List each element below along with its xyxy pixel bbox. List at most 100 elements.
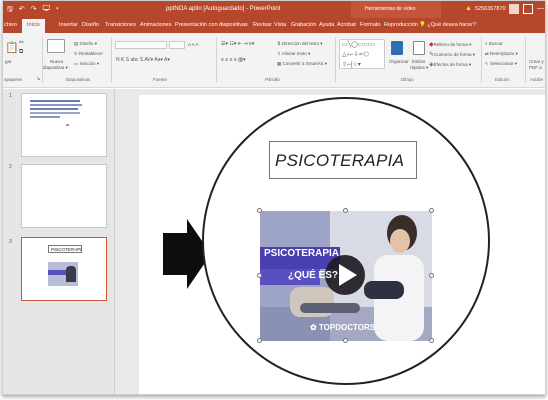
slide-canvas[interactable]: PSICOTERAPIA PSICOTERAPIA ¿QUÉ ES? ✿ TOP… <box>139 95 545 394</box>
find-button[interactable]: ⌕ Buscar <box>485 41 503 46</box>
text-direction-button[interactable]: ⇅ Dirección del texto ▾ <box>277 41 323 47</box>
tab-animations[interactable]: Animaciones <box>140 22 172 28</box>
quick-access-toolbar[interactable]: 🖫 ↶ ↷ 🖵 ▾ <box>7 5 61 16</box>
tab-transitions[interactable]: Transiciones <box>105 22 136 28</box>
shape-outline-button[interactable]: ✎Contorno de forma ▾ <box>429 51 475 58</box>
resize-handle[interactable] <box>257 208 262 213</box>
workspace: 1 2 3 PSICOTERAPIA PSICOTERAPIA PSICOTER… <box>3 89 545 394</box>
group-divider <box>481 37 482 83</box>
video-poster <box>260 211 432 341</box>
align-icons[interactable]: ≡ ≡ ≡ ≡ ▥▾ <box>221 57 245 63</box>
arrange-icon[interactable] <box>391 41 403 55</box>
tell-me-search[interactable]: 💡 ¿Qué desea hacer? <box>419 22 476 28</box>
group-divider <box>111 37 112 83</box>
font-size-grow-shrink[interactable]: A A A <box>188 42 199 47</box>
resize-handle[interactable] <box>429 208 434 213</box>
slide-thumbnail-1[interactable] <box>21 93 107 157</box>
tab-insert[interactable]: Insertar <box>59 22 78 28</box>
tab-home[interactable]: Inicio <box>22 19 45 33</box>
brand-logo-icon: ✿ <box>310 323 319 332</box>
font-size-dropdown[interactable] <box>169 41 185 49</box>
tab-help[interactable]: Ayuda <box>319 22 335 28</box>
slides-group-label: Diapositivas <box>66 77 91 82</box>
video-brand: ✿ TOPDOCTORS <box>310 323 376 332</box>
paste-icon[interactable]: 📋 <box>5 41 19 54</box>
tab-slideshow[interactable]: Presentación con diapositivas <box>175 22 248 28</box>
slide-1-preview <box>30 100 82 126</box>
slide-number: 2 <box>9 164 12 170</box>
tab-file[interactable]: chivo <box>4 22 17 28</box>
tab-review[interactable]: Revisar <box>253 22 272 28</box>
replace-button[interactable]: ⇄ Reemplazar ▾ <box>485 51 518 57</box>
shape-fill-button[interactable]: ◆Relleno de forma ▾ <box>429 41 471 48</box>
avatar[interactable] <box>509 4 519 14</box>
video-subheadline: ¿QUÉ ES? <box>288 270 339 281</box>
resize-handle[interactable] <box>343 208 348 213</box>
tab-view[interactable]: Vista <box>274 22 286 28</box>
resize-handle[interactable] <box>343 338 348 343</box>
tab-playback[interactable]: Reproducción <box>384 22 418 28</box>
quick-styles-label[interactable]: Estilos <box>412 59 425 64</box>
group-divider <box>525 37 526 83</box>
slide-number: 1 <box>9 93 12 99</box>
quick-styles-icon[interactable] <box>413 41 425 55</box>
new-slide-icon[interactable] <box>47 39 65 53</box>
clipboard-group-label: apapeles <box>4 77 23 82</box>
tab-acrobat[interactable]: Acrobat <box>337 22 356 28</box>
clipboard-launcher-icon[interactable]: ↘ <box>36 76 40 82</box>
contextual-tab-header: Herramientas de vídeo <box>351 1 441 18</box>
tell-me-label: ¿Qué desea hacer? <box>427 22 477 28</box>
drawing-group-label: Dibujo <box>401 77 414 82</box>
ribbon-display-options-icon[interactable] <box>523 4 533 14</box>
bullets-icon[interactable]: ☰▾ ☷▾ ⇤ ⇥ ≡▾ <box>221 41 254 47</box>
video-headline: PSICOTERAPIA <box>264 248 340 259</box>
section-button[interactable]: ▭ Sección ▾ <box>74 61 99 67</box>
slide-thumbnail-2[interactable] <box>21 164 107 228</box>
paste-button-label[interactable]: gar <box>5 59 12 64</box>
resize-handle[interactable] <box>257 338 262 343</box>
copy-icon[interactable]: ⧉ <box>19 49 23 56</box>
thumb-video-preview <box>48 262 78 286</box>
layout-button[interactable]: ▤ Diseño ▾ <box>74 41 97 47</box>
powerpoint-window: 🖫 ↶ ↷ 🖵 ▾ pptNOA aptin [Autoguardado] - … <box>2 0 546 395</box>
ribbon: 📋 gar ✂ ⧉ apapeles ↘ Nueva diapositiva ▾… <box>3 33 545 88</box>
slide-thumbnail-3[interactable]: PSICOTERAPIA <box>21 237 107 301</box>
resize-handle[interactable] <box>429 273 434 278</box>
select-button[interactable]: ↖ Seleccionar ▾ <box>485 61 517 67</box>
tab-design[interactable]: Diseño <box>82 22 99 28</box>
reset-button[interactable]: ↻ Restablecer <box>74 51 103 57</box>
user-name[interactable]: 5256367870 <box>475 6 506 12</box>
slide-number: 3 <box>9 239 12 245</box>
editing-group-label: Edición <box>495 77 510 82</box>
quick-styles-label-2[interactable]: rápidos ▾ <box>410 65 428 71</box>
create-pdf-label[interactable]: Crear y <box>529 59 544 64</box>
font-name-dropdown[interactable] <box>115 41 167 49</box>
resize-handle[interactable] <box>429 338 434 343</box>
resize-handle[interactable] <box>257 273 262 278</box>
ribbon-tabs: chivo Inicio Insertar Diseño Transicione… <box>3 18 545 33</box>
cut-icon[interactable]: ✂ <box>19 39 24 46</box>
tab-format[interactable]: Formato <box>360 22 380 28</box>
new-slide-label[interactable]: Nueva <box>50 59 63 64</box>
group-divider <box>42 37 43 83</box>
video-object[interactable]: PSICOTERAPIA ¿QUÉ ES? ✿ TOPDOCTORS <box>260 211 432 341</box>
contextual-tab-label: Herramientas de vídeo <box>365 6 416 12</box>
title-bar: 🖫 ↶ ↷ 🖵 ▾ pptNOA aptin [Autoguardado] - … <box>3 1 545 18</box>
group-divider <box>335 37 336 83</box>
shape-effects-button[interactable]: ◈Efectos de forma ▾ <box>429 61 471 68</box>
slide-title-box[interactable]: PSICOTERAPIA <box>269 141 417 179</box>
pdf-label[interactable]: PDF a <box>529 65 542 70</box>
tab-recording[interactable]: Grabación <box>291 22 316 28</box>
arrange-label[interactable]: Organizar <box>389 59 409 64</box>
slide-thumbnails-pane: 1 2 3 PSICOTERAPIA <box>3 89 115 394</box>
font-format-buttons[interactable]: N K S abc S AV▾ Aa▾ A▾ <box>116 57 170 63</box>
align-text-button[interactable]: ⇳ Alinear texto ▾ <box>277 51 310 57</box>
shapes-gallery[interactable]: ▭╲◯▭▭▭ △⌐⌐⇩⇦⬡ ⇧⌐{☆▾ <box>339 39 385 69</box>
minimize-button[interactable]: — <box>537 5 544 12</box>
adobe-group-label: Adobe <box>530 77 544 82</box>
thumb-title: PSICOTERAPIA <box>48 245 82 253</box>
new-slide-label-2[interactable]: diapositiva ▾ <box>43 65 68 71</box>
slide-title: PSICOTERAPIA <box>275 151 405 170</box>
smartart-button[interactable]: ▦ Convertir a SmartArt ▾ <box>277 61 327 67</box>
warning-icon[interactable]: ▲ <box>465 5 472 12</box>
